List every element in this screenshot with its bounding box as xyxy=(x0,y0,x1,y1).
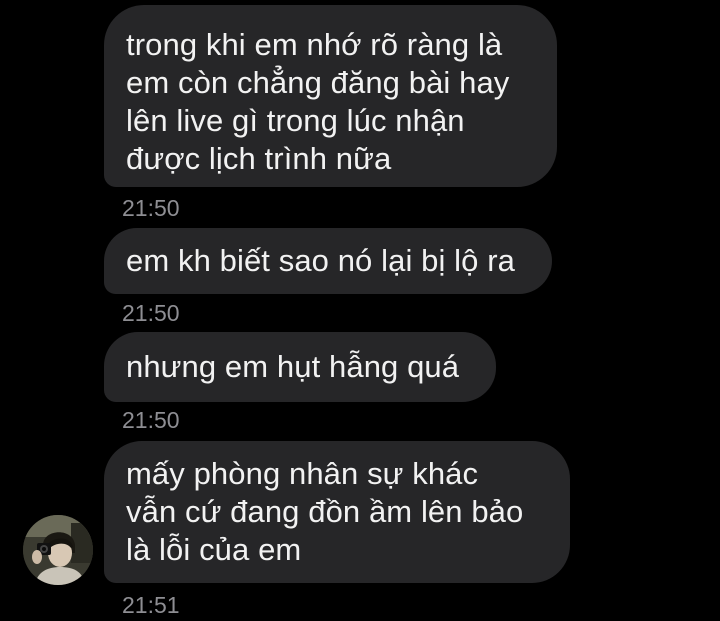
message-timestamp: 21:50 xyxy=(122,195,180,221)
message-bubble[interactable]: em kh biết sao nó lại bị lộ ra xyxy=(104,228,552,294)
message-text: trong khi em nhớ rõ ràng là em còn chẳng… xyxy=(126,27,510,176)
message-bubble[interactable]: mấy phòng nhân sự khác vẫn cứ đang đồn ầ… xyxy=(104,441,570,583)
message-timestamp: 21:51 xyxy=(122,592,180,618)
message-bubble[interactable]: nhưng em hụt hẫng quá xyxy=(104,332,496,402)
message-timestamp: 21:50 xyxy=(122,407,180,433)
message-bubble[interactable]: trong khi em nhớ rõ ràng là em còn chẳng… xyxy=(104,5,557,187)
profile-photo-icon xyxy=(23,515,93,585)
avatar[interactable] xyxy=(23,515,93,585)
message-text: mấy phòng nhân sự khác vẫn cứ đang đồn ầ… xyxy=(126,456,524,567)
message-text: em kh biết sao nó lại bị lộ ra xyxy=(126,243,515,278)
message-text: nhưng em hụt hẫng quá xyxy=(126,349,460,384)
message-timestamp: 21:50 xyxy=(122,300,180,326)
chat-thread: trong khi em nhớ rõ ràng là em còn chẳng… xyxy=(0,0,720,621)
